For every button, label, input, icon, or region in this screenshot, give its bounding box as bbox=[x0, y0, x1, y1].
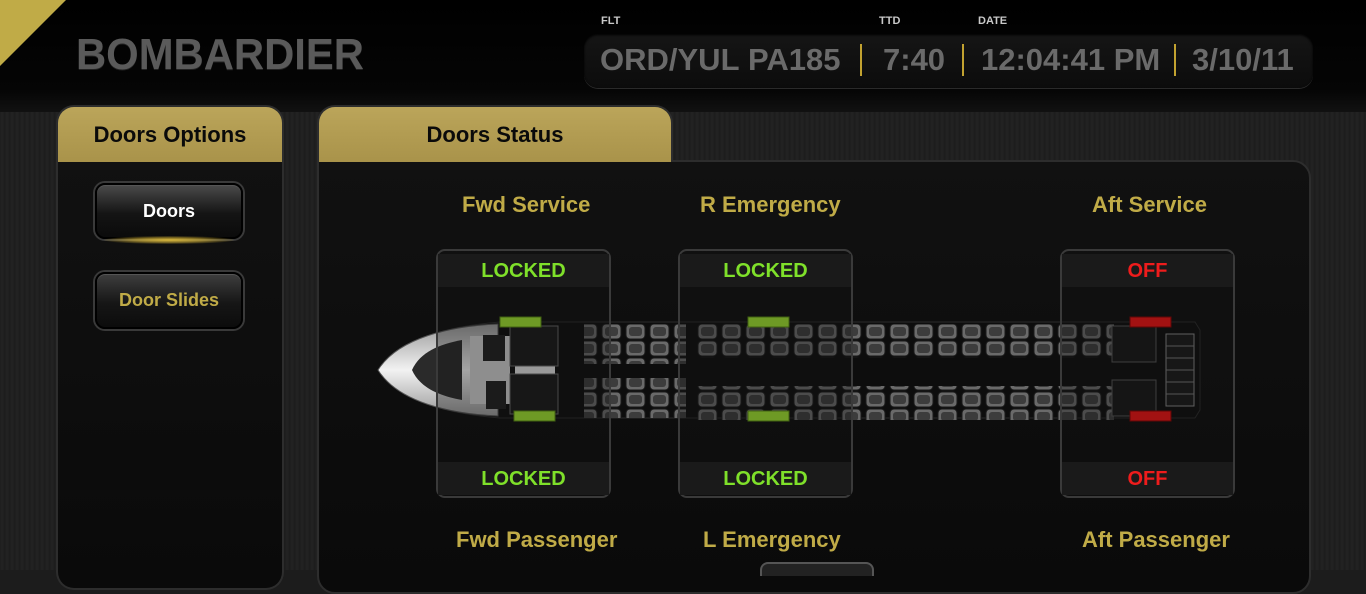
fwd-service-status: LOCKED bbox=[438, 254, 609, 287]
fwd-door-box[interactable]: LOCKED LOCKED bbox=[436, 249, 611, 498]
fwd-passenger-status: LOCKED bbox=[438, 462, 609, 495]
emergency-door-box[interactable]: LOCKED LOCKED bbox=[678, 249, 853, 498]
aft-door-box[interactable]: OFF OFF bbox=[1060, 249, 1235, 498]
r-emergency-status: LOCKED bbox=[680, 254, 851, 287]
aft-passenger-status: OFF bbox=[1062, 462, 1233, 495]
l-emergency-status: LOCKED bbox=[680, 462, 851, 495]
drawer-handle[interactable] bbox=[760, 562, 874, 576]
aft-service-status: OFF bbox=[1062, 254, 1233, 287]
